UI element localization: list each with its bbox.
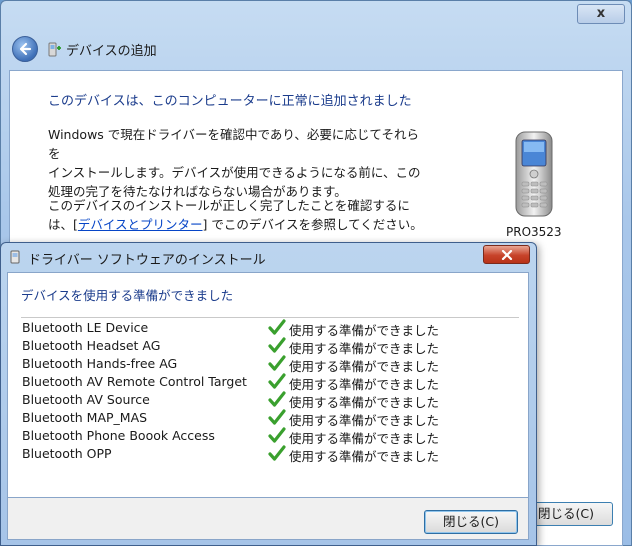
divider (21, 317, 519, 318)
dialog-close-x-button[interactable] (483, 245, 530, 264)
device-status: 使用する準備ができました (289, 431, 440, 446)
device-status: 使用する準備ができました (289, 413, 440, 428)
paragraph-text: は、[ (48, 217, 78, 232)
device-name-label: PRO3523 (506, 225, 562, 239)
paragraph-line: は、[デバイスとプリンター] でこのデバイスを参照してください。 (48, 215, 428, 234)
back-arrow-icon (19, 42, 32, 56)
checkmark-icon (268, 355, 286, 371)
ready-heading: デバイスを使用する準備ができました (21, 288, 234, 303)
close-x-icon (501, 250, 513, 260)
confirm-paragraph: このデバイスのインストールが正しく完了したことを確認するに は、[デバイスとプリ… (48, 196, 428, 234)
device-name: Bluetooth LE Device (22, 320, 149, 335)
paragraph-line: このデバイスのインストールが正しく完了したことを確認するに (48, 198, 410, 213)
device-name: Bluetooth Phone Boook Access (22, 428, 215, 443)
checkmark-icon (268, 409, 286, 425)
success-heading: このデバイスは、このコンピューターに正常に追加されました (48, 94, 412, 109)
back-button[interactable] (12, 36, 38, 62)
dialog-title: ドライバー ソフトウェアのインストール (28, 253, 266, 268)
paragraph-line: インストールします。デバイスが使用できるようになる前に、この (48, 165, 421, 180)
device-name: Bluetooth AV Remote Control Target (22, 374, 247, 389)
device-status: 使用する準備ができました (289, 341, 440, 356)
device-status: 使用する準備ができました (289, 449, 440, 464)
device-name: Bluetooth Hands-free AG (22, 356, 178, 371)
driver-check-paragraph: Windows で現在ドライバーを確認中であり、必要に応じてそれらを インストー… (48, 125, 428, 201)
device-icon (10, 250, 20, 264)
outer-window-close-button[interactable]: x (577, 4, 625, 24)
checkmark-icon (268, 319, 286, 335)
devices-and-printers-link[interactable]: デバイスとプリンター (78, 217, 203, 232)
paragraph-line: Windows で現在ドライバーを確認中であり、必要に応じてそれらを (48, 127, 420, 161)
paragraph-text: ] でこのデバイスを参照してください。 (202, 217, 423, 232)
device-name: Bluetooth Headset AG (22, 338, 161, 353)
outer-window-title: デバイスの追加 (66, 44, 157, 59)
device-status: 使用する準備ができました (289, 395, 440, 410)
device-status: 使用する準備ができました (289, 377, 440, 392)
device-status: 使用する準備ができました (289, 323, 440, 338)
bluetooth-device-icon (48, 42, 61, 57)
checkmark-icon (268, 445, 286, 461)
device-name: Bluetooth MAP_MAS (22, 410, 148, 425)
outer-close-button[interactable]: 閉じる(C) (533, 502, 613, 526)
checkmark-icon (268, 337, 286, 353)
device-name: Bluetooth OPP (22, 446, 112, 461)
checkmark-icon (268, 427, 286, 443)
checkmark-icon (268, 391, 286, 407)
phone-icon (515, 131, 553, 217)
device-status: 使用する準備ができました (289, 359, 440, 374)
device-name: Bluetooth AV Source (22, 392, 150, 407)
checkmark-icon (268, 373, 286, 389)
dialog-close-button[interactable]: 閉じる(C) (424, 510, 518, 534)
